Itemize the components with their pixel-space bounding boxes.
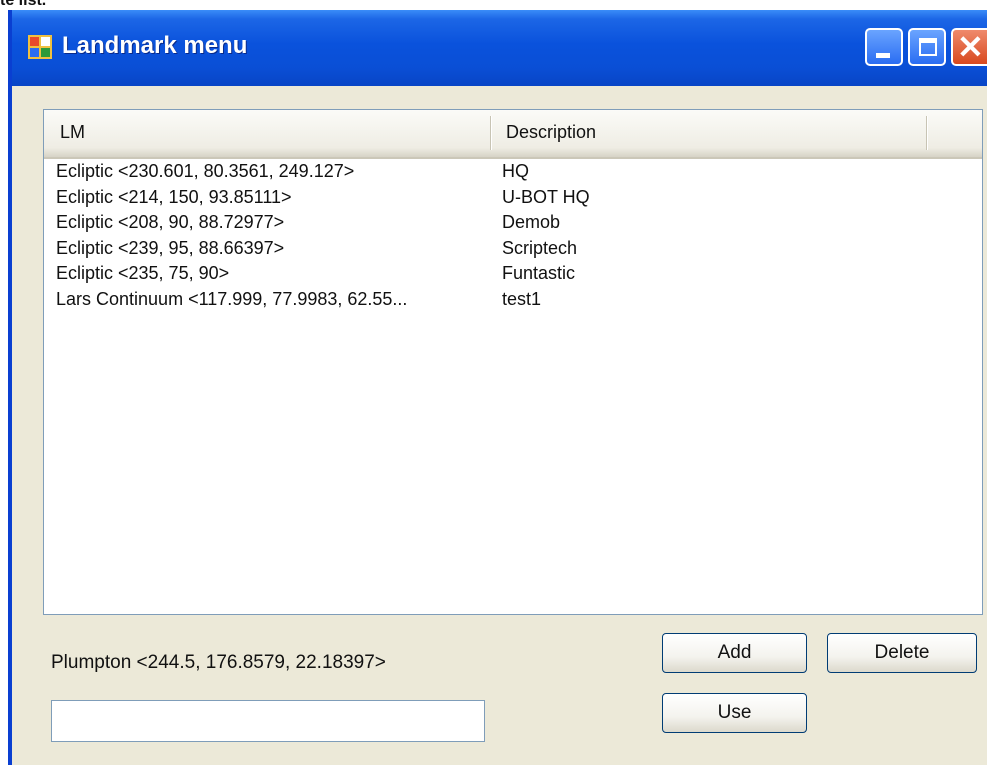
list-item[interactable]: Ecliptic <214, 150, 93.85111> U-BOT HQ [44,185,982,211]
list-item[interactable]: Ecliptic <230.601, 80.3561, 249.127> HQ [44,159,982,185]
list-item[interactable]: Lars Continuum <117.999, 77.9983, 62.55.… [44,287,982,313]
landmark-description: test1 [502,288,542,309]
minimize-button[interactable] [865,28,903,66]
maximize-icon [919,38,937,56]
landmark-coordinates: Ecliptic <235, 75, 90> [56,263,230,283]
column-divider[interactable] [926,116,927,150]
list-item[interactable]: Ecliptic <208, 90, 88.72977> Demob [44,210,982,236]
delete-button[interactable]: Delete [827,633,977,673]
landmark-description: U-BOT HQ [502,186,590,207]
landmark-coordinates: Ecliptic <214, 150, 93.85111> [56,186,292,207]
list-item[interactable]: Ecliptic <239, 95, 88.66397> Scriptech [44,236,982,262]
close-button[interactable]: ✕ [951,28,987,66]
landmark-description: Demob [502,212,561,232]
maximize-button[interactable] [908,28,946,66]
landmark-name-input[interactable] [51,700,485,742]
top-caption: te list. [0,0,47,9]
landmark-coordinates: Ecliptic <230.601, 80.3561, 249.127> [56,161,355,181]
column-header-description[interactable]: Description [506,122,596,143]
use-button[interactable]: Use [662,693,807,733]
column-divider[interactable] [490,116,491,150]
landmark-coordinates: Lars Continuum <117.999, 77.9983, 62.55.… [56,288,408,309]
current-location-label: Plumpton <244.5, 176.8579, 22.18397> [51,652,386,673]
landmark-description: Funtastic [502,263,576,283]
landmark-list[interactable]: LM Description Ecliptic <230.601, 80.356… [43,109,983,615]
landmark-description: HQ [502,161,529,181]
window-title: Landmark menu [62,32,248,59]
list-item[interactable]: Ecliptic <235, 75, 90> Funtastic [44,261,982,287]
title-bar[interactable]: Landmark menu ✕ [12,10,987,86]
close-icon: ✕ [957,29,984,65]
list-rows: Ecliptic <230.601, 80.3561, 249.127> HQ … [44,159,982,312]
list-header: LM Description [44,110,982,159]
add-button[interactable]: Add [662,633,807,673]
landmark-window: Landmark menu ✕ LM Description Ecliptic … [8,10,987,765]
landmark-coordinates: Ecliptic <208, 90, 88.72977> [56,212,285,232]
landmark-coordinates: Ecliptic <239, 95, 88.66397> [56,237,285,258]
minimize-icon [876,53,890,58]
app-icon [28,35,52,59]
column-header-lm[interactable]: LM [60,122,85,143]
landmark-description: Scriptech [502,237,578,258]
